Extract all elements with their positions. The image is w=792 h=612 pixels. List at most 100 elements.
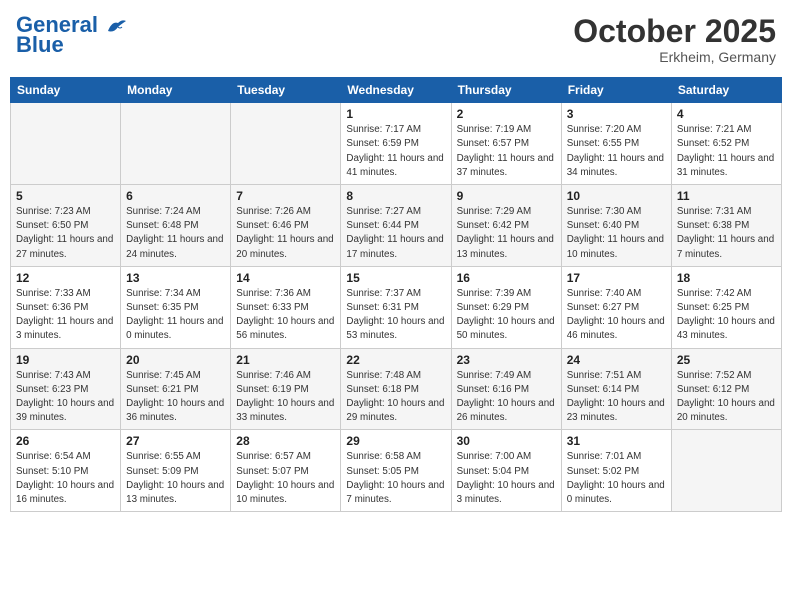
calendar-cell [121,103,231,185]
day-number: 27 [126,434,225,448]
day-number: 3 [567,107,666,121]
day-number: 17 [567,271,666,285]
calendar-cell: 27 Sunrise: 6:55 AMSunset: 5:09 PMDayligh… [121,430,231,512]
weekday-header-friday: Friday [561,78,671,103]
day-info: Sunrise: 6:54 AMSunset: 5:10 PMDaylight:… [16,450,115,507]
day-info: Sunrise: 6:57 AMSunset: 5:07 PMDaylight:… [236,450,335,507]
day-number: 12 [16,271,115,285]
logo: General Blue [16,14,128,56]
day-info: Sunrise: 7:29 AMSunset: 6:42 PMDaylight:… [457,205,556,262]
day-info: Sunrise: 7:37 AMSunset: 6:31 PMDaylight:… [346,287,445,344]
calendar-cell: 7Sunrise: 7:26 AMSunset: 6:46 PMDaylight… [231,185,341,267]
calendar-cell: 25 Sunrise: 7:52 AMSunset: 6:12 PMDayligh… [671,348,781,430]
day-number: 15 [346,271,445,285]
weekday-header-row: SundayMondayTuesdayWednesdayThursdayFrid… [11,78,782,103]
logo-bird-icon [106,17,128,35]
day-number: 9 [457,189,556,203]
calendar-cell: 20Sunrise: 7:45 AMSunset: 6:21 PMDayligh… [121,348,231,430]
calendar-cell: 16 Sunrise: 7:39 AMSunset: 6:29 PMDayligh… [451,266,561,348]
day-number: 6 [126,189,225,203]
day-number: 5 [16,189,115,203]
day-number: 18 [677,271,776,285]
calendar-cell: 26 Sunrise: 6:54 AMSunset: 5:10 PMDayligh… [11,430,121,512]
day-number: 10 [567,189,666,203]
day-number: 19 [16,353,115,367]
calendar-cell: 4 Sunrise: 7:21 AMSunset: 6:52 PMDaylight… [671,103,781,185]
calendar-cell: 29 Sunrise: 6:58 AMSunset: 5:05 PMDayligh… [341,430,451,512]
day-info: Sunrise: 7:01 AMSunset: 5:02 PMDaylight:… [567,450,666,507]
day-info: Sunrise: 6:58 AMSunset: 5:05 PMDaylight:… [346,450,445,507]
day-number: 8 [346,189,445,203]
day-info: Sunrise: 7:24 AMSunset: 6:48 PMDaylight:… [126,205,225,262]
day-info: Sunrise: 7:40 AMSunset: 6:27 PMDaylight:… [567,287,666,344]
month-title: October 2025 [573,14,776,49]
day-info: Sunrise: 7:26 AMSunset: 6:46 PMDaylight:… [236,205,335,262]
calendar-week-row: 12 Sunrise: 7:33 AMSunset: 6:36 PMDayligh… [11,266,782,348]
calendar-cell: 21Sunrise: 7:46 AMSunset: 6:19 PMDayligh… [231,348,341,430]
calendar-week-row: 1Sunrise: 7:17 AMSunset: 6:59 PMDaylight… [11,103,782,185]
day-number: 30 [457,434,556,448]
calendar-cell: 28 Sunrise: 6:57 AMSunset: 5:07 PMDayligh… [231,430,341,512]
day-number: 28 [236,434,335,448]
calendar-cell: 31 Sunrise: 7:01 AMSunset: 5:02 PMDayligh… [561,430,671,512]
day-info: Sunrise: 7:30 AMSunset: 6:40 PMDaylight:… [567,205,666,262]
day-info: Sunrise: 7:23 AMSunset: 6:50 PMDaylight:… [16,205,115,262]
day-info: Sunrise: 7:52 AMSunset: 6:12 PMDaylight:… [677,369,776,426]
calendar-cell: 2Sunrise: 7:19 AMSunset: 6:57 PMDaylight… [451,103,561,185]
calendar-cell: 5 Sunrise: 7:23 AMSunset: 6:50 PMDaylight… [11,185,121,267]
calendar-cell: 6 Sunrise: 7:24 AMSunset: 6:48 PMDaylight… [121,185,231,267]
calendar-cell: 9 Sunrise: 7:29 AMSunset: 6:42 PMDaylight… [451,185,561,267]
day-number: 14 [236,271,335,285]
calendar-cell [231,103,341,185]
calendar-week-row: 5 Sunrise: 7:23 AMSunset: 6:50 PMDaylight… [11,185,782,267]
weekday-header-monday: Monday [121,78,231,103]
calendar-cell: 12 Sunrise: 7:33 AMSunset: 6:36 PMDayligh… [11,266,121,348]
day-info: Sunrise: 7:43 AMSunset: 6:23 PMDaylight:… [16,369,115,426]
calendar-cell: 24 Sunrise: 7:51 AMSunset: 6:14 PMDayligh… [561,348,671,430]
day-info: Sunrise: 7:51 AMSunset: 6:14 PMDaylight:… [567,369,666,426]
day-info: Sunrise: 7:39 AMSunset: 6:29 PMDaylight:… [457,287,556,344]
calendar-cell: 30 Sunrise: 7:00 AMSunset: 5:04 PMDayligh… [451,430,561,512]
day-info: Sunrise: 7:42 AMSunset: 6:25 PMDaylight:… [677,287,776,344]
day-info: Sunrise: 7:36 AMSunset: 6:33 PMDaylight:… [236,287,335,344]
calendar-cell: 22Sunrise: 7:48 AMSunset: 6:18 PMDayligh… [341,348,451,430]
day-number: 13 [126,271,225,285]
day-info: Sunrise: 7:17 AMSunset: 6:59 PMDaylight:… [346,123,445,180]
day-number: 21 [236,353,335,367]
calendar-cell: 11Sunrise: 7:31 AMSunset: 6:38 PMDayligh… [671,185,781,267]
calendar-table: SundayMondayTuesdayWednesdayThursdayFrid… [10,77,782,512]
day-number: 20 [126,353,225,367]
day-info: Sunrise: 6:55 AMSunset: 5:09 PMDaylight:… [126,450,225,507]
day-number: 26 [16,434,115,448]
calendar-cell: 1Sunrise: 7:17 AMSunset: 6:59 PMDaylight… [341,103,451,185]
day-info: Sunrise: 7:33 AMSunset: 6:36 PMDaylight:… [16,287,115,344]
title-block: October 2025 Erkheim, Germany [573,14,776,65]
day-info: Sunrise: 7:34 AMSunset: 6:35 PMDaylight:… [126,287,225,344]
calendar-cell [11,103,121,185]
day-info: Sunrise: 7:19 AMSunset: 6:57 PMDaylight:… [457,123,556,180]
weekday-header-sunday: Sunday [11,78,121,103]
day-number: 11 [677,189,776,203]
day-number: 4 [677,107,776,121]
day-number: 16 [457,271,556,285]
calendar-cell [671,430,781,512]
day-number: 29 [346,434,445,448]
day-info: Sunrise: 7:21 AMSunset: 6:52 PMDaylight:… [677,123,776,180]
day-number: 31 [567,434,666,448]
day-info: Sunrise: 7:00 AMSunset: 5:04 PMDaylight:… [457,450,556,507]
day-number: 23 [457,353,556,367]
day-info: Sunrise: 7:20 AMSunset: 6:55 PMDaylight:… [567,123,666,180]
calendar-cell: 10 Sunrise: 7:30 AMSunset: 6:40 PMDayligh… [561,185,671,267]
calendar-cell: 23 Sunrise: 7:49 AMSunset: 6:16 PMDayligh… [451,348,561,430]
day-number: 22 [346,353,445,367]
calendar-cell: 8Sunrise: 7:27 AMSunset: 6:44 PMDaylight… [341,185,451,267]
calendar-week-row: 26 Sunrise: 6:54 AMSunset: 5:10 PMDayligh… [11,430,782,512]
day-info: Sunrise: 7:49 AMSunset: 6:16 PMDaylight:… [457,369,556,426]
weekday-header-thursday: Thursday [451,78,561,103]
day-number: 25 [677,353,776,367]
weekday-header-saturday: Saturday [671,78,781,103]
day-number: 24 [567,353,666,367]
weekday-header-wednesday: Wednesday [341,78,451,103]
location-text: Erkheim, Germany [573,49,776,65]
calendar-cell: 17 Sunrise: 7:40 AMSunset: 6:27 PMDayligh… [561,266,671,348]
